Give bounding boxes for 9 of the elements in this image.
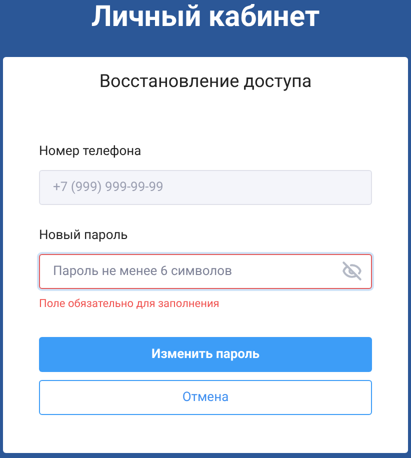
error-message: Поле обязательно для заполнения	[39, 297, 220, 311]
page-title: Личный кабинет	[91, 1, 320, 36]
field-label: Номер телефона	[39, 144, 142, 160]
password-field[interactable]: Пароль не менее 6 символов	[39, 254, 372, 289]
field-label: Новый пароль	[39, 228, 129, 244]
change-password-button[interactable]: Изменить пароль	[39, 337, 372, 372]
cancel-button[interactable]: Отмена	[39, 380, 372, 415]
eye-off-icon[interactable]	[342, 261, 362, 281]
card-title: Восстановление доступа	[99, 70, 312, 94]
